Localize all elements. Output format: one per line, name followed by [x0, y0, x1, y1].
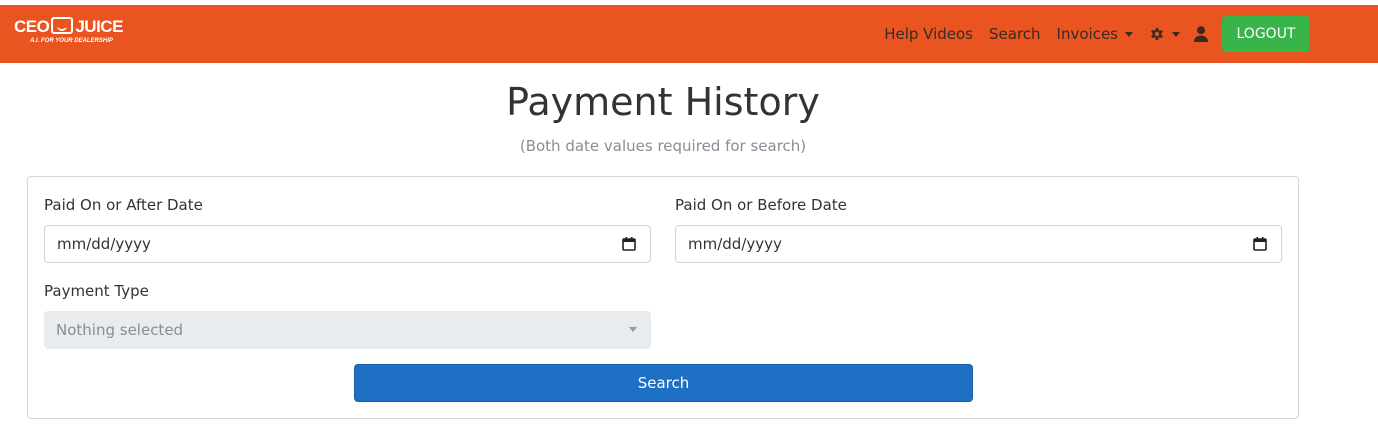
page-title: Payment History	[506, 80, 820, 124]
paid-after-date-value: mm/dd/yyyy	[57, 235, 151, 253]
paid-before-label: Paid On or Before Date	[675, 196, 847, 214]
ceo-juice-logo[interactable]: CEO JUICE A.I. FOR YOUR DEALERSHIP	[14, 17, 123, 44]
user-menu[interactable]	[1194, 26, 1208, 42]
payment-type-label: Payment Type	[44, 282, 149, 300]
top-navbar: CEO JUICE A.I. FOR YOUR DEALERSHIP Help …	[0, 5, 1378, 63]
nav-invoices-label: Invoices	[1056, 25, 1118, 43]
payment-type-value: Nothing selected	[56, 321, 184, 339]
paid-before-date-input[interactable]: mm/dd/yyyy	[675, 225, 1282, 263]
nav-help-videos[interactable]: Help Videos	[884, 25, 973, 43]
logo-text-right: JUICE	[75, 17, 123, 36]
nav-search[interactable]: Search	[989, 25, 1041, 43]
logout-button[interactable]: LOGOUT	[1222, 16, 1310, 52]
calendar-icon[interactable]	[1253, 237, 1267, 251]
paid-after-date-input[interactable]: mm/dd/yyyy	[44, 225, 651, 263]
logo-tagline: A.I. FOR YOUR DEALERSHIP	[30, 38, 113, 44]
settings-dropdown[interactable]	[1149, 26, 1180, 42]
payment-type-select[interactable]: Nothing selected	[44, 311, 651, 349]
paid-after-label: Paid On or After Date	[44, 196, 203, 214]
nav-invoices-dropdown[interactable]: Invoices	[1057, 25, 1133, 43]
page-subtitle: (Both date values required for search)	[519, 137, 807, 155]
chevron-down-icon	[629, 327, 637, 332]
chevron-down-icon	[1125, 32, 1133, 37]
juice-cup-icon	[51, 17, 74, 34]
gear-icon	[1151, 28, 1163, 40]
search-form-card: Paid On or After Date mm/dd/yyyy Paid On…	[27, 176, 1299, 419]
calendar-icon[interactable]	[622, 237, 636, 251]
nav-menu: Help Videos Search Invoices LOGOUT	[884, 15, 1310, 53]
chevron-down-icon	[1172, 31, 1180, 37]
paid-before-date-value: mm/dd/yyyy	[688, 235, 782, 253]
search-button[interactable]: Search	[354, 364, 973, 402]
logo-text-left: CEO	[14, 17, 50, 36]
user-icon	[1194, 26, 1208, 42]
